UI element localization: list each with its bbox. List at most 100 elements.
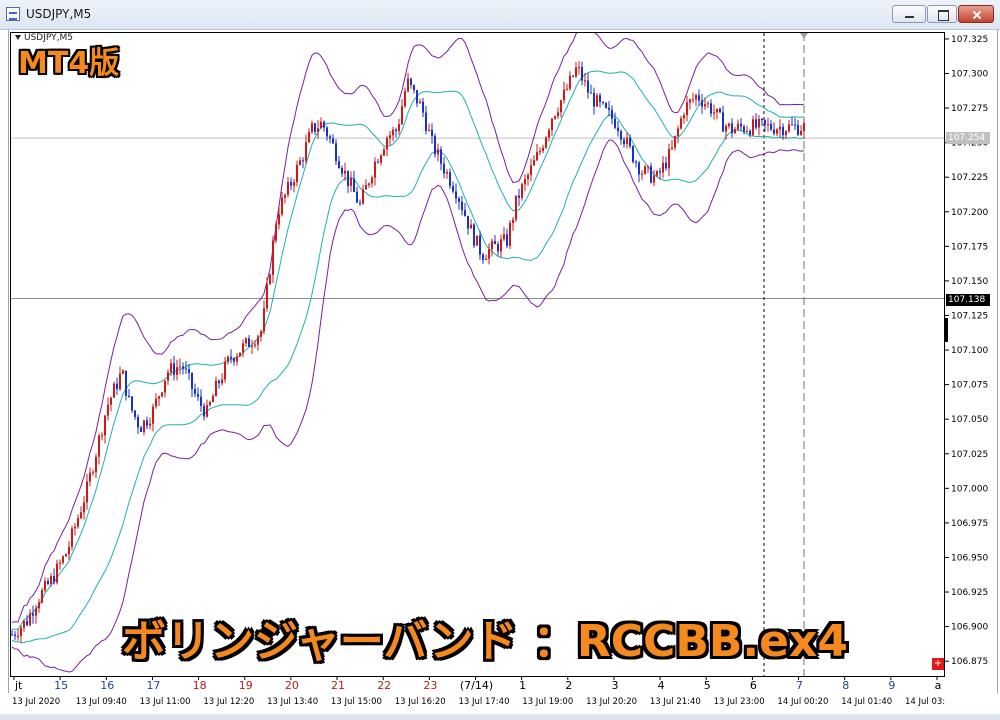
candle (20, 625, 22, 643)
candle-body (314, 123, 316, 132)
candle-body (746, 131, 748, 133)
candle-body (677, 128, 679, 136)
candle-body (683, 115, 685, 119)
candle (797, 119, 799, 137)
candle (11, 629, 13, 636)
candle (803, 119, 805, 139)
candle-body (308, 132, 310, 143)
price-axis[interactable]: 107.325107.300107.275107.250107.225107.2… (945, 32, 997, 677)
candle-body (659, 171, 661, 173)
candle-body (791, 124, 793, 126)
candle (68, 541, 70, 560)
candle (506, 228, 508, 249)
candle-body (50, 576, 52, 584)
candle-body (23, 620, 25, 628)
candle (47, 578, 49, 586)
minimize-button[interactable] (892, 5, 926, 23)
candle-body (458, 198, 460, 202)
candle (401, 99, 403, 126)
candle-body (545, 137, 547, 148)
candle (545, 136, 547, 149)
candle (356, 186, 358, 204)
time-hour-label: 17 (146, 679, 160, 692)
candle (86, 473, 88, 510)
candle-body (623, 139, 625, 145)
candle (146, 416, 148, 429)
candle-body (485, 258, 487, 260)
window-title: USDJPY,M5 (26, 7, 92, 21)
mt4-version-badge: MT4版 (18, 46, 120, 81)
candle (101, 432, 103, 441)
candle (464, 203, 466, 217)
candle-body (62, 556, 64, 563)
candle-body (596, 95, 598, 107)
candle-body (362, 189, 364, 204)
candle (503, 226, 505, 242)
candle-body (566, 88, 568, 90)
time-date-label: 13 Jul 11:00 (140, 697, 191, 707)
candle-body (635, 161, 637, 163)
candle-body (329, 136, 331, 139)
candle-body (749, 131, 751, 135)
candle (230, 349, 232, 364)
candle (755, 113, 757, 130)
candle (560, 99, 562, 118)
time-date-label: 13 Jul 13:40 (267, 697, 318, 707)
time-date-label: 14 Jul 01:40 (841, 697, 892, 707)
candle-body (260, 331, 262, 337)
candle-body (716, 108, 718, 113)
time-hour-label: 7 (796, 679, 803, 692)
candle (23, 620, 25, 632)
time-date-label: 13 Jul 15:00 (331, 697, 382, 707)
candle-body (14, 634, 16, 636)
add-indicator-button[interactable]: + (932, 658, 944, 670)
candle-body (419, 101, 421, 104)
candle-body (35, 608, 37, 616)
candle-body (359, 202, 361, 204)
candle (800, 125, 802, 136)
candle (152, 403, 154, 432)
candle (788, 120, 790, 133)
time-axis[interactable]: jt 15 16 17 18 19 20 21 22 23 (7/14) 1 2 3 4 5 6 7 8 9 a 13 J… (10, 677, 945, 715)
candle (347, 170, 349, 193)
candle-body (341, 167, 343, 174)
price-tick-label: 107.025 (951, 450, 988, 460)
candle (98, 433, 100, 465)
candle-body (107, 404, 109, 416)
candle (713, 104, 715, 120)
candle (359, 199, 361, 207)
candle-body (53, 576, 55, 583)
candle-body (29, 613, 31, 626)
candle-body (605, 103, 607, 108)
candle-body (416, 90, 418, 104)
candle (125, 370, 127, 401)
candle (218, 379, 220, 389)
candle-body (326, 127, 328, 137)
candle-body (173, 363, 175, 375)
candle (509, 220, 511, 250)
candle-body (464, 210, 466, 216)
chart-shift-marker-icon[interactable] (800, 33, 808, 39)
chart-plot-area[interactable] (10, 32, 945, 677)
candle-body (452, 185, 454, 192)
maximize-button[interactable] (927, 5, 957, 23)
candle (197, 387, 199, 401)
candle-body (527, 175, 529, 179)
candle-body (560, 100, 562, 113)
candle (404, 87, 406, 109)
candle (119, 366, 121, 391)
candle (437, 143, 439, 162)
candle (695, 93, 697, 107)
candle (224, 356, 226, 383)
candle (701, 94, 703, 115)
candle (638, 160, 640, 183)
close-button[interactable] (958, 5, 994, 23)
candle (272, 235, 274, 283)
time-hour-label: 8 (842, 679, 849, 692)
candle-body (425, 112, 427, 131)
candle-body (644, 166, 646, 174)
candle (794, 117, 796, 130)
candle (353, 170, 355, 193)
candle-body (74, 526, 76, 529)
candle (191, 372, 193, 397)
